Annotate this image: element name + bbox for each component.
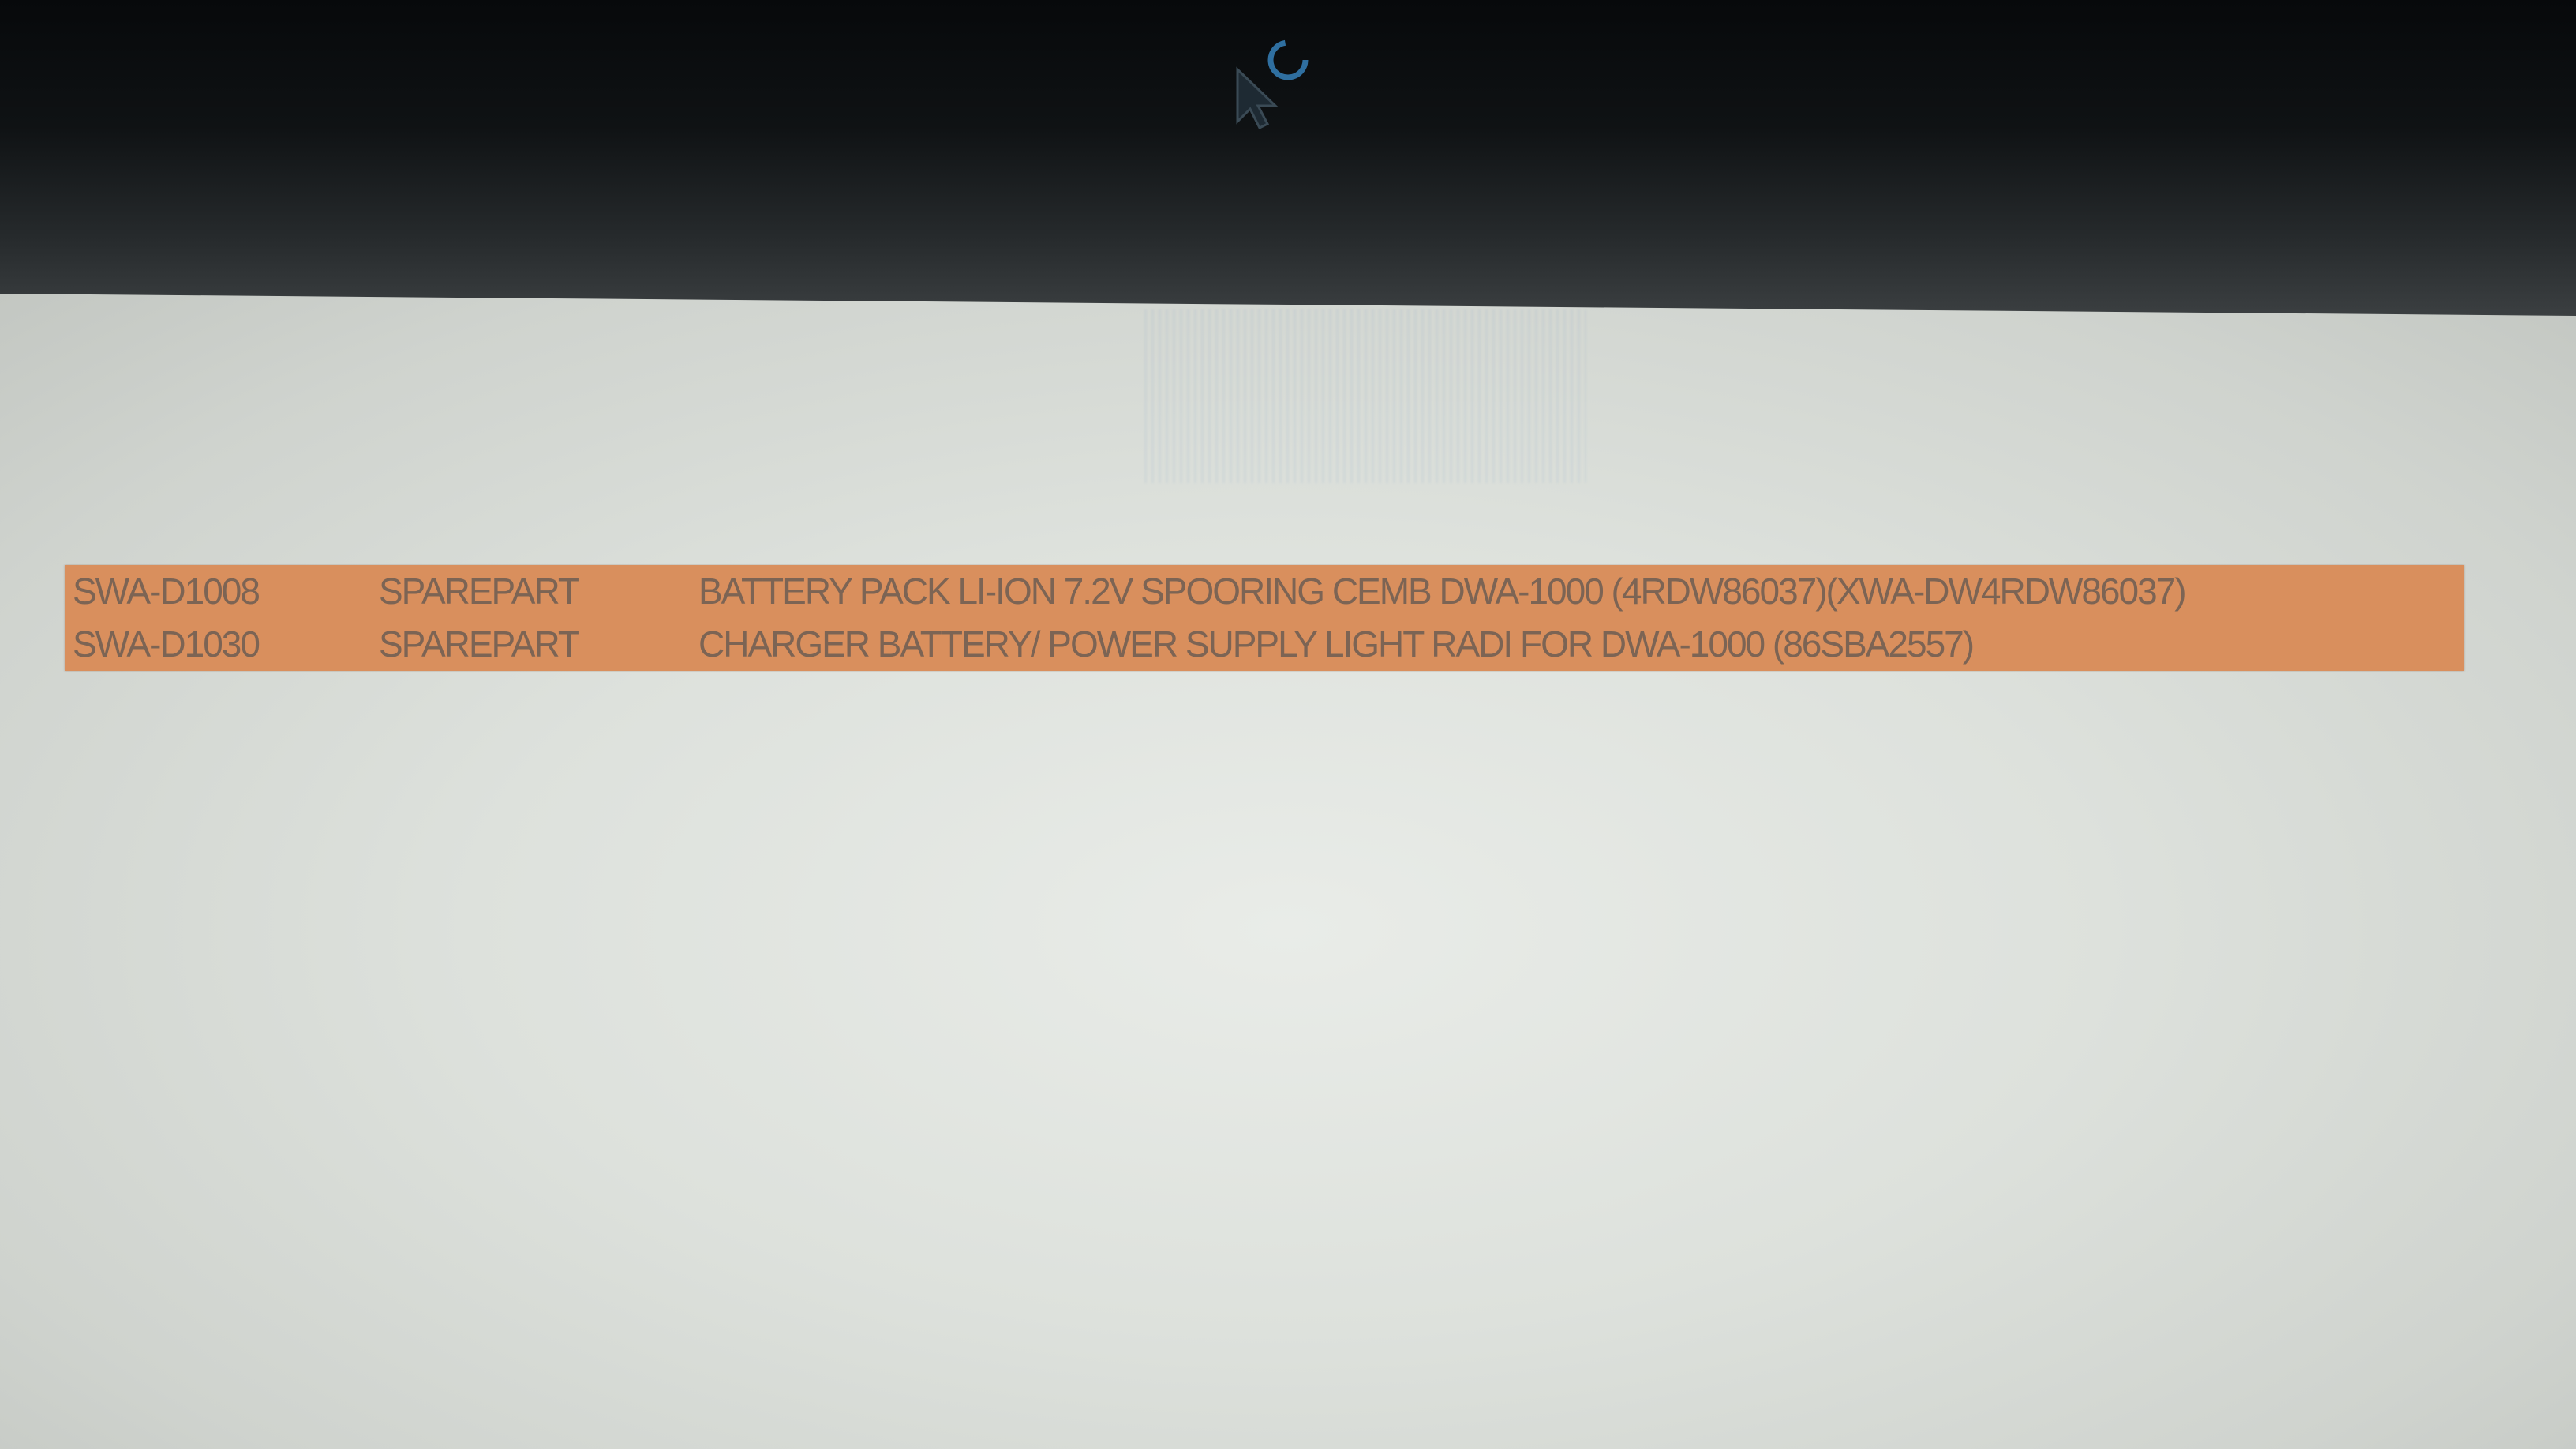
item-description: BATTERY PACK LI-ION 7.2V SPOORING CEMB D… bbox=[698, 571, 2187, 612]
item-code: SWA-D1008 bbox=[73, 571, 260, 612]
table-row[interactable]: SWA-D1008 SPAREPART BATTERY PACK LI-ION … bbox=[65, 565, 2464, 618]
selected-rows: SWA-D1008 SPAREPART BATTERY PACK LI-ION … bbox=[65, 565, 2464, 671]
item-type: SPAREPART bbox=[379, 571, 580, 612]
table-row[interactable]: SWA-D1030 SPAREPART CHARGER BATTERY/ POW… bbox=[65, 618, 2464, 671]
screen-area bbox=[0, 294, 2576, 1449]
screen-glare bbox=[1144, 309, 1586, 483]
item-description: CHARGER BATTERY/ POWER SUPPLY LIGHT RADI… bbox=[698, 623, 1975, 665]
busy-cursor-icon bbox=[1231, 28, 1318, 131]
item-code: SWA-D1030 bbox=[73, 623, 260, 665]
item-type: SPAREPART bbox=[379, 623, 580, 665]
